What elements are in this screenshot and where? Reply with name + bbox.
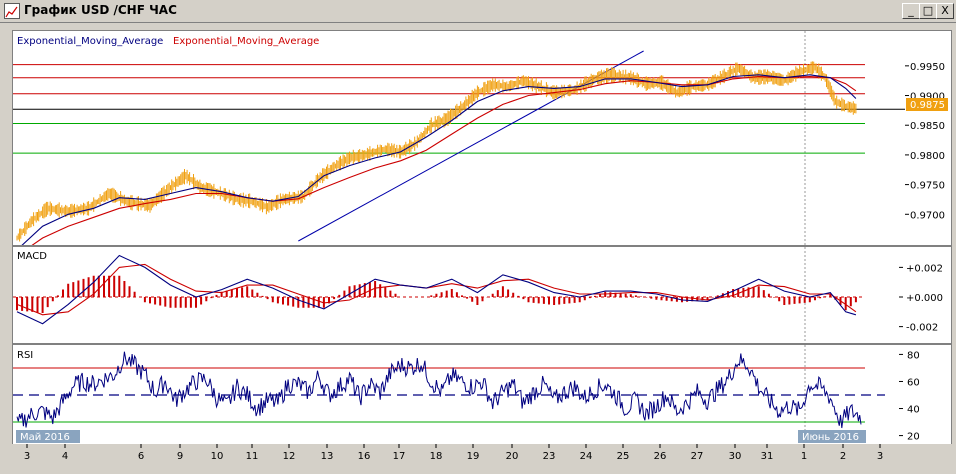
close-button[interactable]: X	[936, 3, 954, 19]
price-tick-label: 0.9800	[910, 151, 945, 162]
date-tick-label: 10	[211, 451, 224, 462]
date-tick-label: 6	[138, 451, 144, 462]
macd-tick-label: +0.000	[906, 293, 943, 304]
date-tick-label: 3	[24, 451, 30, 462]
ema-slow-line	[16, 75, 857, 257]
date-tick-label: 3	[877, 451, 883, 462]
date-axis: 3 4 6 9 10 11 12 13 16 17 18 19 20 23 24 25 26 27 30 31 1 2 3	[0, 444, 956, 470]
trendline	[298, 50, 644, 242]
date-tick-label: 26	[654, 451, 667, 462]
price-tick-label: 0.9750	[910, 181, 945, 192]
macd-chart[interactable]: MACD +0.002 +0.000 -0.002	[13, 247, 951, 343]
rsi-label: RSI	[17, 350, 33, 361]
date-tick-label: 2	[840, 451, 846, 462]
rsi-chart[interactable]: RSI 80 60 40 20 Май 2016 Июнь 2016	[13, 345, 951, 445]
month-end-label: Июнь 2016	[802, 432, 859, 443]
ema-fast-line	[16, 74, 857, 251]
maximize-button[interactable]: □	[919, 3, 937, 19]
date-tick-label: 23	[543, 451, 556, 462]
rsi-tick-label: 80	[907, 350, 920, 361]
date-tick-label: 30	[729, 451, 742, 462]
window-title: График USD /CHF ЧАС	[24, 3, 177, 17]
price-tick-label: 0.9950	[910, 62, 945, 73]
date-tick-label: 16	[358, 451, 371, 462]
price-panel[interactable]: Exponential_Moving_Average Exponential_M…	[12, 30, 952, 257]
ema-slow-legend: Exponential_Moving_Average	[173, 36, 319, 47]
rsi-panel[interactable]: RSI 80 60 40 20 Май 2016 Июнь 2016	[12, 344, 952, 446]
current-price-label: 0.9875	[910, 100, 945, 111]
date-tick-label: 31	[761, 451, 774, 462]
rsi-tick-label: 60	[907, 377, 920, 388]
rsi-tick-label: 20	[907, 432, 920, 443]
rsi-line	[16, 351, 862, 429]
month-start-label: Май 2016	[20, 432, 70, 443]
date-tick-label: 12	[283, 451, 296, 462]
date-tick-label: 11	[246, 451, 259, 462]
date-tick-label: 20	[506, 451, 519, 462]
macd-signal-line	[16, 263, 857, 316]
date-tick-label: 17	[393, 451, 406, 462]
price-series	[16, 61, 857, 242]
date-tick-label: 27	[691, 451, 704, 462]
date-tick-label: 13	[321, 451, 334, 462]
ema-fast-legend: Exponential_Moving_Average	[17, 36, 163, 47]
date-tick-label: 24	[580, 451, 593, 462]
date-tick-label: 25	[617, 451, 630, 462]
rsi-tick-label: 40	[907, 405, 920, 416]
date-tick-label: 18	[430, 451, 443, 462]
date-tick-label: 1	[801, 451, 807, 462]
window-titlebar: График USD /CHF ЧАС _ □ X	[0, 0, 956, 23]
price-chart[interactable]: Exponential_Moving_Average Exponential_M…	[13, 31, 951, 257]
macd-tick-label: +0.002	[906, 263, 943, 274]
chart-window-icon	[4, 3, 20, 19]
macd-label: MACD	[17, 251, 47, 262]
macd-tick-label: -0.002	[906, 323, 938, 334]
price-tick-label: 0.9700	[910, 210, 945, 221]
date-tick-label: 9	[177, 451, 183, 462]
date-tick-label: 4	[62, 451, 68, 462]
minimize-button[interactable]: _	[902, 3, 920, 19]
macd-histogram	[16, 275, 857, 313]
date-tick-label: 19	[467, 451, 480, 462]
price-tick-label: 0.9850	[910, 121, 945, 132]
macd-panel[interactable]: MACD +0.002 +0.000 -0.002	[12, 246, 952, 344]
macd-line	[16, 254, 857, 325]
